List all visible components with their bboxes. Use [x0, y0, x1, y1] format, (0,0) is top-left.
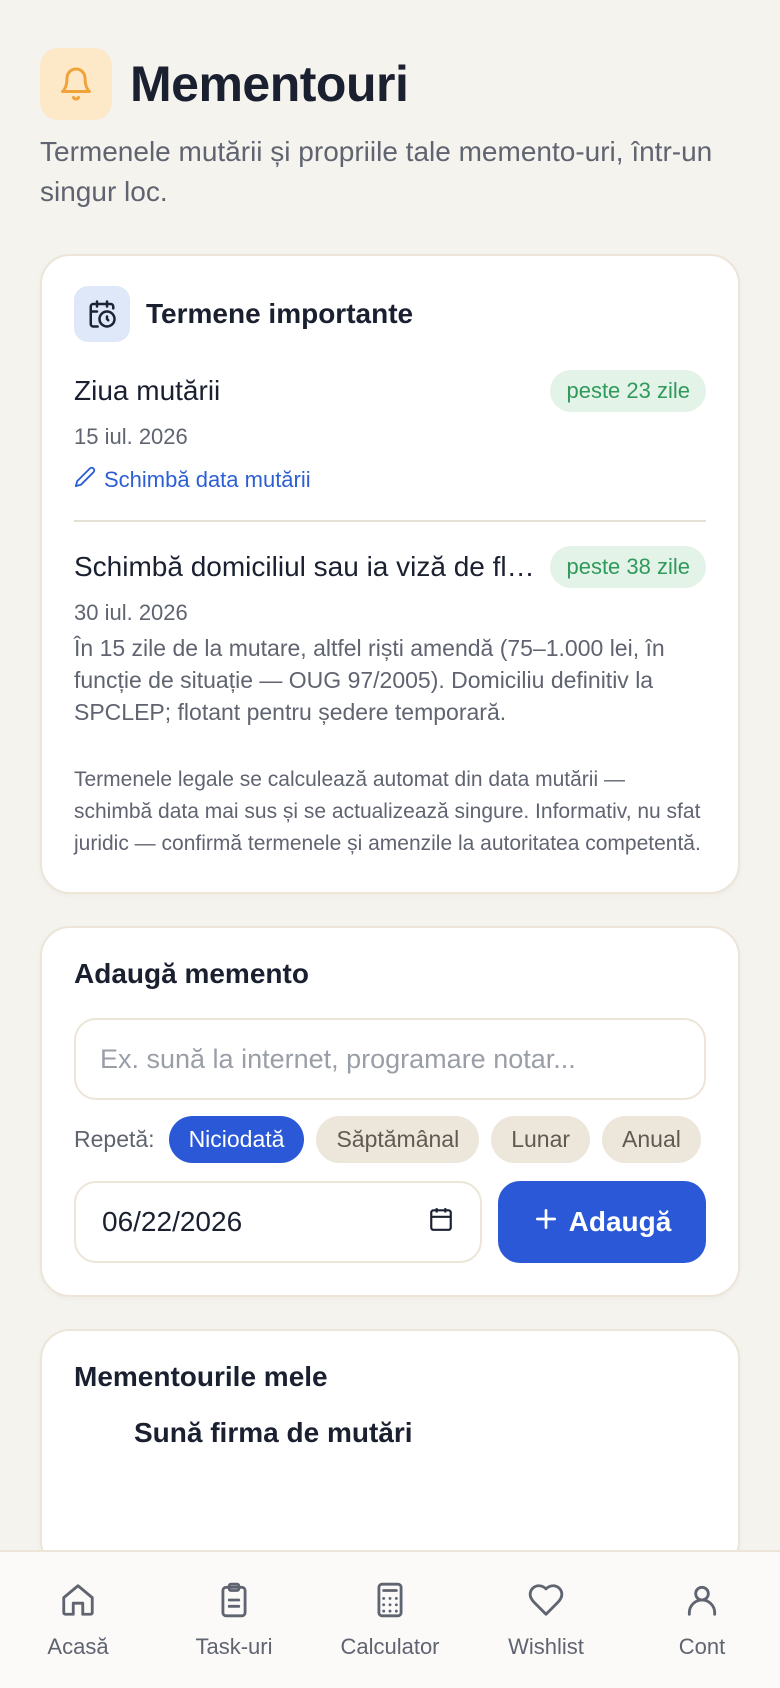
- my-reminders-title: Mementourile mele: [74, 1361, 328, 1392]
- nav-item-calculator[interactable]: Calculator: [315, 1581, 465, 1660]
- change-move-date-link[interactable]: Schimbă data mutării: [74, 466, 706, 494]
- my-reminders-card: Mementourile mele Sună firma de mutări: [40, 1329, 740, 1571]
- nav-item-wishlist[interactable]: Wishlist: [471, 1581, 621, 1660]
- nav-item-tasks[interactable]: Task-uri: [159, 1581, 309, 1660]
- add-reminder-title: Adaugă memento: [74, 958, 309, 989]
- calendar-icon[interactable]: [428, 1206, 454, 1239]
- deadline-item: Ziua mutării peste 23 zile 15 iul. 2026 …: [74, 370, 706, 494]
- add-actions: 06/22/2026 Adaugă: [74, 1181, 706, 1263]
- reminder-item[interactable]: Sună firma de mutări: [74, 1417, 706, 1449]
- deadlines-title: Termene importante: [146, 298, 414, 329]
- repeat-chip-monthly[interactable]: Lunar: [491, 1116, 591, 1163]
- deadline-date: 15 iul. 2026: [74, 424, 188, 449]
- nav-label: Task-uri: [195, 1633, 273, 1659]
- plus-icon: [533, 1206, 559, 1239]
- legal-note: Termenele legale se calculează automat d…: [74, 768, 701, 855]
- bottom-nav: Acasă Task-uri Calculator Wishlist Cont: [0, 1550, 780, 1688]
- change-move-date-label: Schimbă data mutării: [104, 467, 311, 492]
- deadline-title: Ziua mutării: [74, 375, 221, 406]
- deadline-description: În 15 zile de la mutare, altfel riști am…: [74, 635, 665, 725]
- page-header: Mementouri: [40, 48, 740, 120]
- nav-label: Calculator: [340, 1633, 440, 1659]
- add-reminder-card: Adaugă memento Repetă: Niciodată Săptămâ…: [40, 926, 740, 1297]
- deadlines-header: Termene importante: [74, 286, 706, 342]
- add-button[interactable]: Adaugă: [498, 1181, 706, 1263]
- pencil-icon: [74, 466, 96, 494]
- reminder-input[interactable]: [100, 1043, 680, 1075]
- clipboard-icon: [215, 1581, 253, 1624]
- repeat-chip-yearly[interactable]: Anual: [602, 1116, 701, 1163]
- user-icon: [683, 1581, 721, 1624]
- bell-icon: [40, 48, 112, 120]
- nav-label: Cont: [678, 1633, 726, 1659]
- repeat-label: Repetă:: [74, 1126, 155, 1152]
- calculator-icon: [371, 1581, 409, 1624]
- nav-label: Wishlist: [508, 1633, 584, 1659]
- page-subtitle: Termenele mutării și propriile tale meme…: [40, 136, 713, 207]
- page-title: Mementouri: [130, 56, 409, 112]
- date-input[interactable]: 06/22/2026: [74, 1181, 482, 1263]
- deadlines-card: Termene importante Ziua mutării peste 23…: [40, 254, 740, 894]
- repeat-options: Repetă: Niciodată Săptămânal Lunar Anual: [74, 1116, 706, 1163]
- nav-label: Acasă: [47, 1633, 109, 1659]
- deadline-item: Schimbă domiciliul sau ia viză de flotan…: [74, 546, 706, 728]
- calendar-clock-icon: [74, 286, 130, 342]
- repeat-chip-never[interactable]: Niciodată: [168, 1116, 305, 1163]
- reminder-input-box: [74, 1018, 706, 1100]
- page: Mementouri Termenele mutării și propriil…: [0, 0, 780, 1571]
- deadline-title: Schimbă domiciliul sau ia viză de flotan…: [74, 551, 537, 582]
- countdown-badge: peste 38 zile: [550, 546, 706, 588]
- deadline-date: 30 iul. 2026: [74, 600, 188, 625]
- date-value: 06/22/2026: [102, 1206, 243, 1237]
- repeat-chip-weekly[interactable]: Săptămânal: [316, 1116, 480, 1163]
- home-icon: [59, 1581, 97, 1624]
- nav-item-home[interactable]: Acasă: [3, 1581, 153, 1660]
- add-button-label: Adaugă: [568, 1206, 672, 1237]
- countdown-badge: peste 23 zile: [550, 370, 706, 412]
- nav-item-account[interactable]: Cont: [627, 1581, 777, 1660]
- divider: [74, 520, 706, 522]
- heart-icon: [527, 1581, 565, 1624]
